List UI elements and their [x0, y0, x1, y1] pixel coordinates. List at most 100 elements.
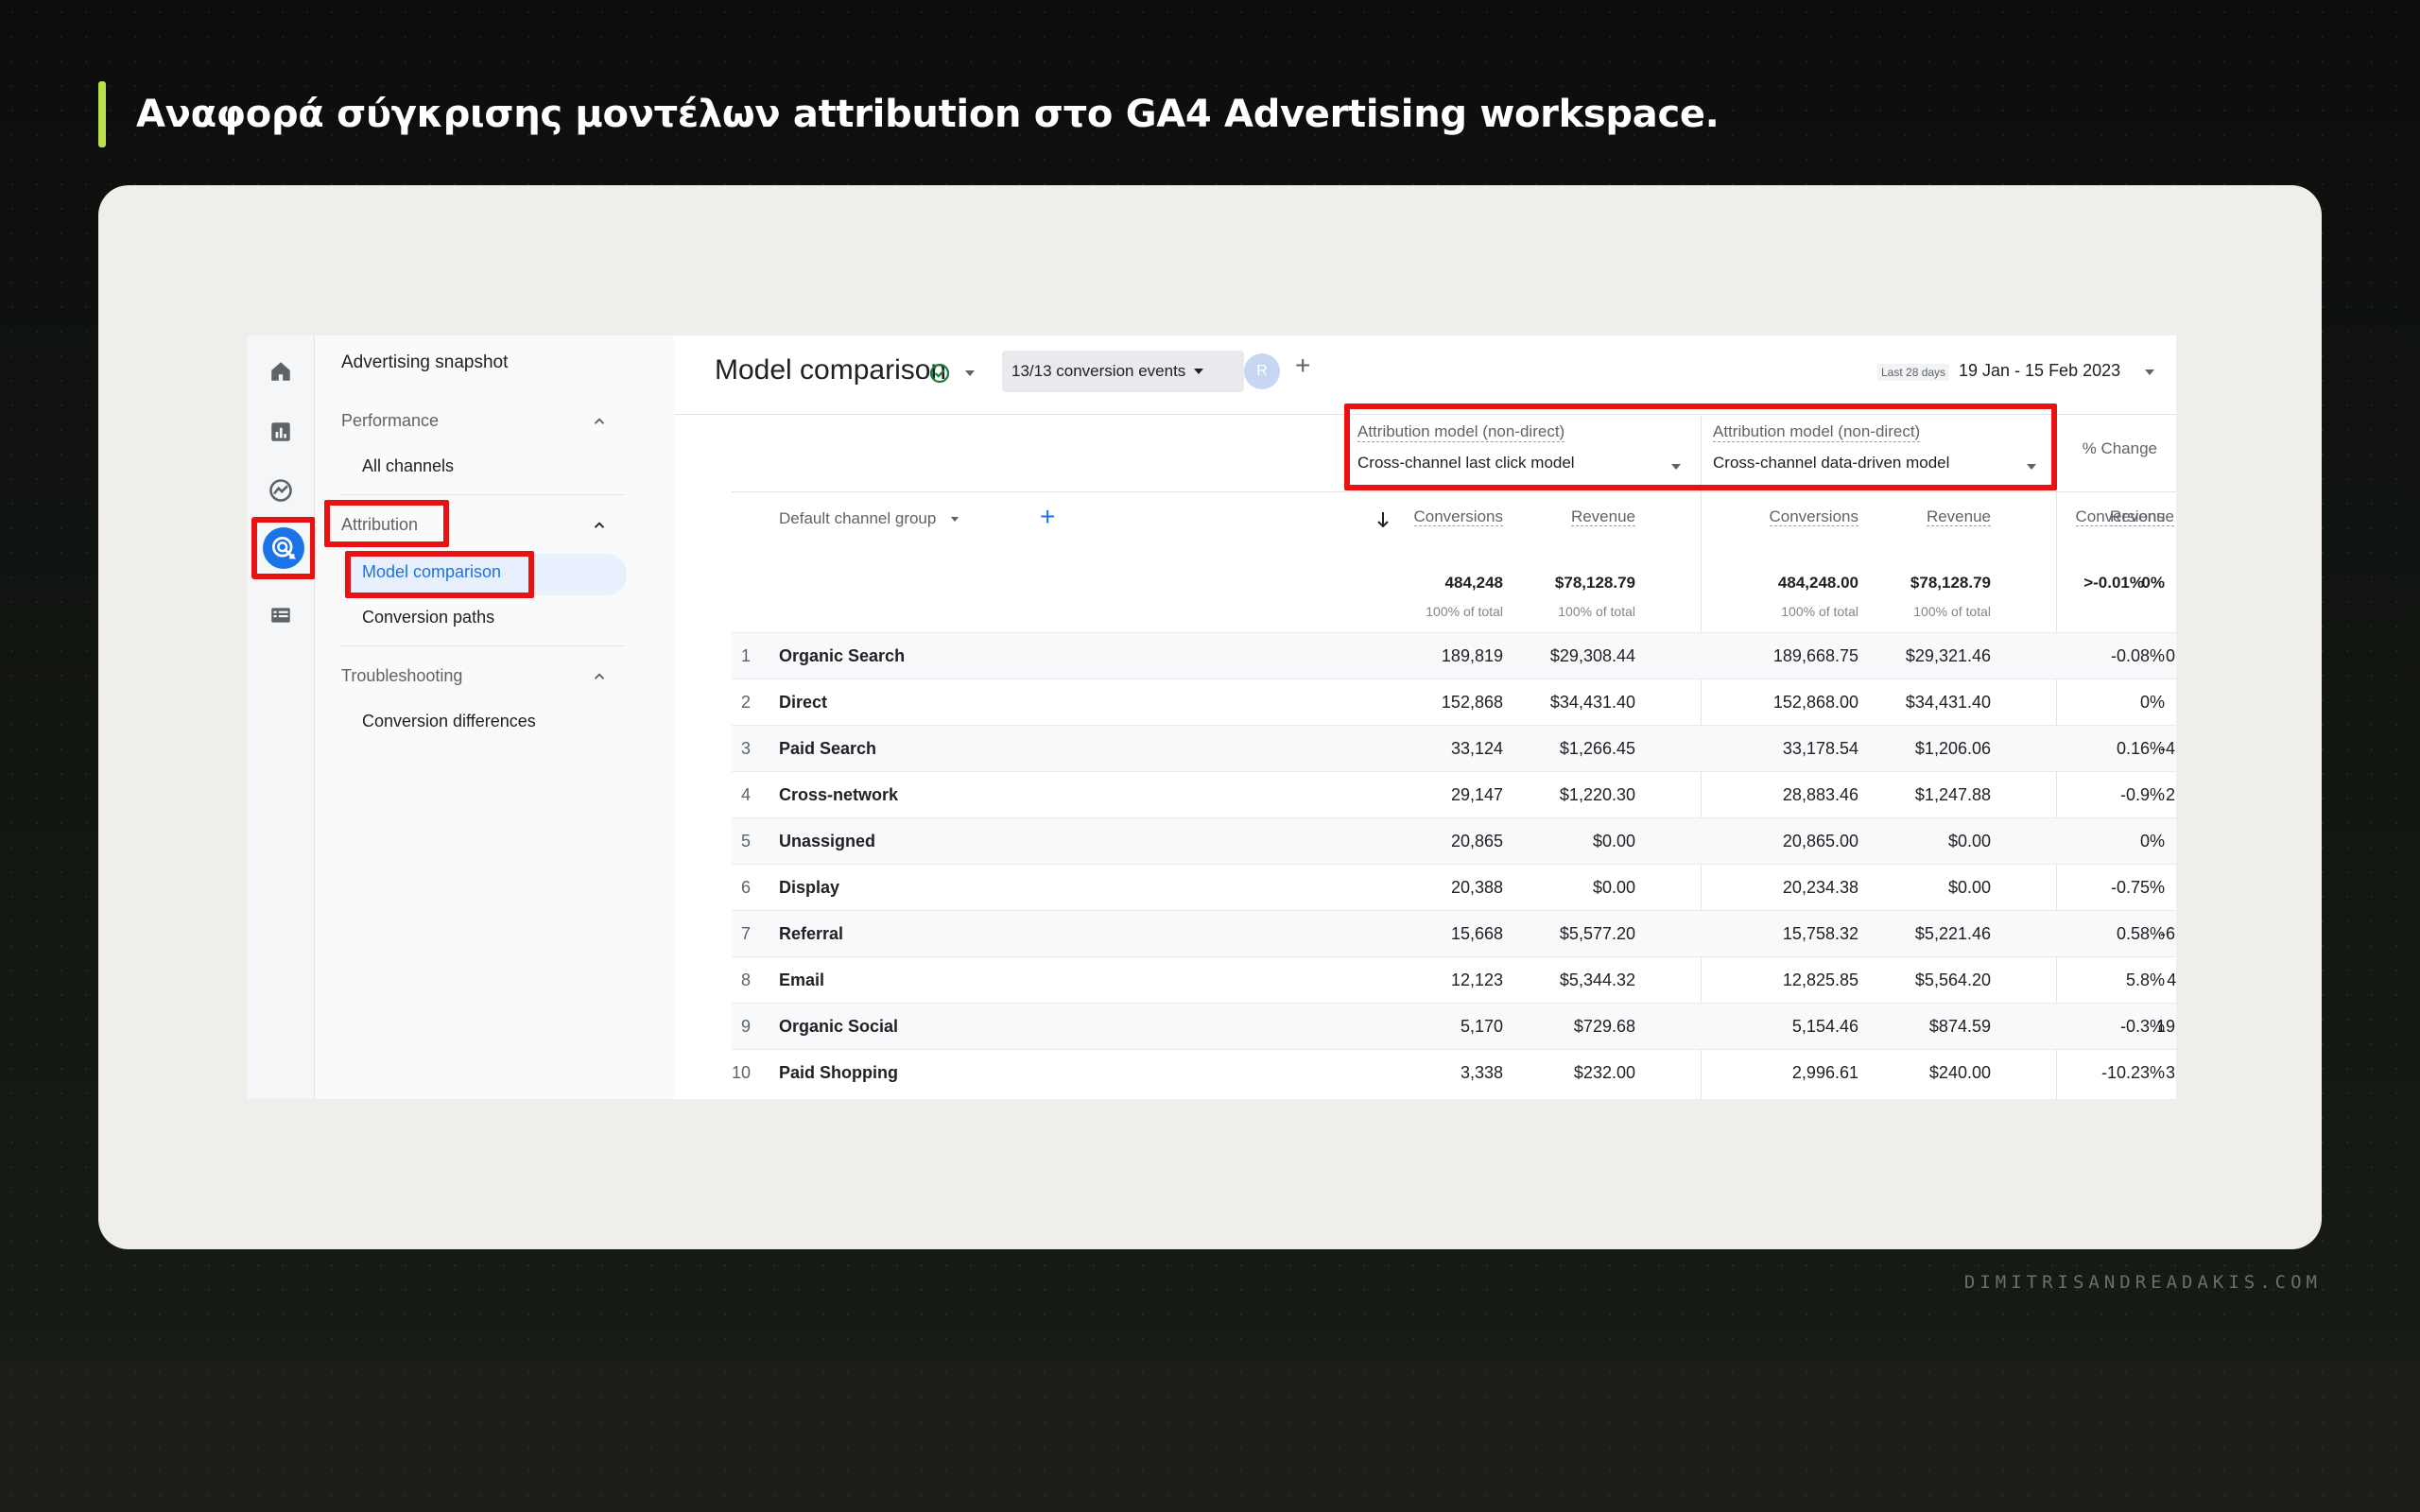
home-icon[interactable]: [264, 354, 298, 388]
revenue-2: $5,221.46: [1914, 924, 1991, 943]
col-conversions-1[interactable]: Conversions: [1393, 507, 1503, 526]
chevron-up-icon[interactable]: [591, 668, 608, 685]
conversions-1: 152,868: [1441, 693, 1503, 712]
table-row[interactable]: 8 Email 12,123 $5,344.32 12,825.85 $5,564.20 5…: [732, 956, 2176, 1004]
col-revenue-2[interactable]: Revenue: [1881, 507, 1991, 526]
channel-name[interactable]: Paid Shopping: [779, 1063, 1025, 1083]
revenue-2: $1,206.06: [1914, 739, 1991, 758]
total-revenue-2: $78,128.79: [1910, 574, 1991, 592]
revenue-1: $5,577.20: [1559, 924, 1635, 943]
conversions-2: 15,758.32: [1782, 924, 1858, 943]
nav-header[interactable]: Advertising snapshot: [341, 352, 508, 373]
nav-divider: [341, 494, 625, 495]
revenue-1: $5,344.32: [1559, 971, 1635, 989]
dimension-selector[interactable]: Default channel group: [779, 509, 959, 528]
revenue-change: 0%: [2114, 878, 2176, 898]
caret-down-icon[interactable]: [2144, 369, 2155, 376]
caret-down-icon: [1194, 369, 1204, 374]
conversions-2: 5,154.46: [1791, 1017, 1858, 1036]
explore-icon[interactable]: [264, 473, 298, 507]
table-row[interactable]: 5Unassigned20,865$0.0020,865.00$0.000%0%: [732, 817, 2176, 865]
table-row[interactable]: 10 Paid Shopping 3,338 $232.00 2,996.61 $240.…: [732, 1049, 2176, 1096]
chevron-up-icon[interactable]: [591, 413, 608, 430]
channel-name[interactable]: Referral: [779, 924, 1025, 944]
slide-bottom-band: [0, 1361, 2420, 1512]
attribution-highlight-box: [324, 500, 449, 547]
conversion-events-selector[interactable]: 13/13 conversion events: [1002, 351, 1244, 392]
nav-section-troubleshooting[interactable]: Troubleshooting: [341, 666, 462, 686]
avatar[interactable]: R: [1244, 353, 1280, 389]
total-share-label: 100% of total: [1558, 604, 1635, 619]
channel-name[interactable]: Cross-network: [779, 785, 1025, 805]
row-index: 3: [740, 739, 751, 758]
col-conversions-2[interactable]: Conversions: [1749, 507, 1858, 526]
nav-divider: [341, 645, 625, 646]
row-index: 10: [731, 1063, 751, 1082]
caret-down-icon[interactable]: [964, 369, 976, 377]
channel-name[interactable]: Email: [779, 971, 1025, 990]
advertising-icon-highlight[interactable]: [251, 517, 316, 579]
total-revenue-1: $78,128.79: [1554, 574, 1635, 592]
revenue-2: $0.00: [1947, 832, 1991, 850]
reports-icon[interactable]: [264, 415, 298, 449]
table-row[interactable]: 4 Cross-network 29,147 $1,220.30 28,883.46 $1…: [732, 771, 2176, 818]
channel-name[interactable]: Direct: [779, 693, 1025, 713]
conversions-1: 189,819: [1441, 646, 1503, 665]
table-row[interactable]: 3 Paid Search 33,124 $1,266.45 33,178.54 $1,2…: [732, 725, 2176, 772]
conversions-2: 2,996.61: [1791, 1063, 1858, 1082]
conversions-1: 20,388: [1450, 878, 1503, 897]
nav-section-performance[interactable]: Performance: [341, 411, 439, 431]
total-conversions-2: 484,248.00: [1777, 574, 1858, 592]
revenue-1: $0.00: [1592, 878, 1635, 897]
total-share-label: 100% of total: [1781, 604, 1858, 619]
ga4-screenshot: Advertising snapshot Performance All cha…: [248, 335, 2176, 1099]
model-selectors-highlight-box: [1344, 404, 2057, 490]
revenue-2: $0.00: [1947, 878, 1991, 897]
revenue-1: $1,266.45: [1559, 739, 1635, 758]
table-row[interactable]: 7 Referral 15,668 $5,577.20 15,758.32 $5,221.…: [732, 910, 2176, 957]
channel-name[interactable]: Display: [779, 878, 1025, 898]
configure-icon[interactable]: [264, 598, 298, 632]
conversions-1: 12,123: [1450, 971, 1503, 989]
revenue-1: $29,308.44: [1549, 646, 1635, 665]
table-row[interactable]: 9 Organic Social 5,170 $729.68 5,154.46 $874.…: [732, 1003, 2176, 1050]
conversions-2: 189,668.75: [1772, 646, 1858, 665]
revenue-1: $0.00: [1592, 832, 1635, 850]
advertising-icon[interactable]: [263, 527, 304, 569]
table-row[interactable]: 1 Organic Search 189,819 $29,308.44 189,668.…: [732, 632, 2176, 679]
channel-name[interactable]: Paid Search: [779, 739, 1025, 759]
date-preset-label: Last 28 days: [1877, 364, 1950, 381]
sort-arrow-icon[interactable]: [1376, 511, 1390, 528]
col-revenue-1[interactable]: Revenue: [1526, 507, 1635, 526]
chevron-up-icon[interactable]: [591, 517, 608, 534]
dimension-label: Default channel group: [779, 509, 937, 527]
revenue-2: $5,564.20: [1914, 971, 1991, 989]
page-title: Model comparison: [715, 354, 947, 386]
total-revenue-change: >-0.01%: [2083, 574, 2144, 592]
date-range[interactable]: 19 Jan - 15 Feb 2023: [1959, 361, 2120, 381]
channel-name[interactable]: Unassigned: [779, 832, 1025, 851]
revenue-2: $34,431.40: [1905, 693, 1991, 712]
table-row[interactable]: 2 Direct 152,868 $34,431.40 152,868.00 $34,43…: [732, 679, 2176, 726]
revenue-change: 0.04%: [2165, 646, 2176, 665]
channel-name[interactable]: Organic Social: [779, 1017, 1025, 1037]
revenue-1: $729.68: [1573, 1017, 1635, 1036]
add-comparison-button[interactable]: +: [1295, 351, 1310, 381]
revenue-change: 2.26%: [2165, 785, 2176, 804]
row-index: 5: [740, 832, 751, 850]
total-conversions-1: 484,248: [1444, 574, 1503, 592]
conversions-1: 20,865: [1450, 832, 1503, 850]
footer-brand: DIMITRISANDREADAKIS.COM: [1963, 1272, 2322, 1293]
table-row[interactable]: 6Display20,388$0.0020,234.38$0.00-0.75%0…: [732, 864, 2176, 911]
add-dimension-button[interactable]: +: [1040, 502, 1055, 532]
channel-name[interactable]: Organic Search: [779, 646, 1025, 666]
nav-item-all-channels[interactable]: All channels: [362, 456, 454, 476]
conversion-events-label: 13/13 conversion events: [1011, 362, 1186, 380]
table-top-line: [732, 491, 2176, 492]
col-revenue-change[interactable]: Revenue: [2072, 507, 2174, 526]
nav-item-conversion-differences[interactable]: Conversion differences: [362, 712, 536, 731]
revenue-change: 0%: [2114, 693, 2176, 713]
revenue-change: -6.38%: [2159, 924, 2176, 943]
conversions-1: 15,668: [1450, 924, 1503, 943]
nav-item-conversion-paths[interactable]: Conversion paths: [362, 608, 494, 627]
